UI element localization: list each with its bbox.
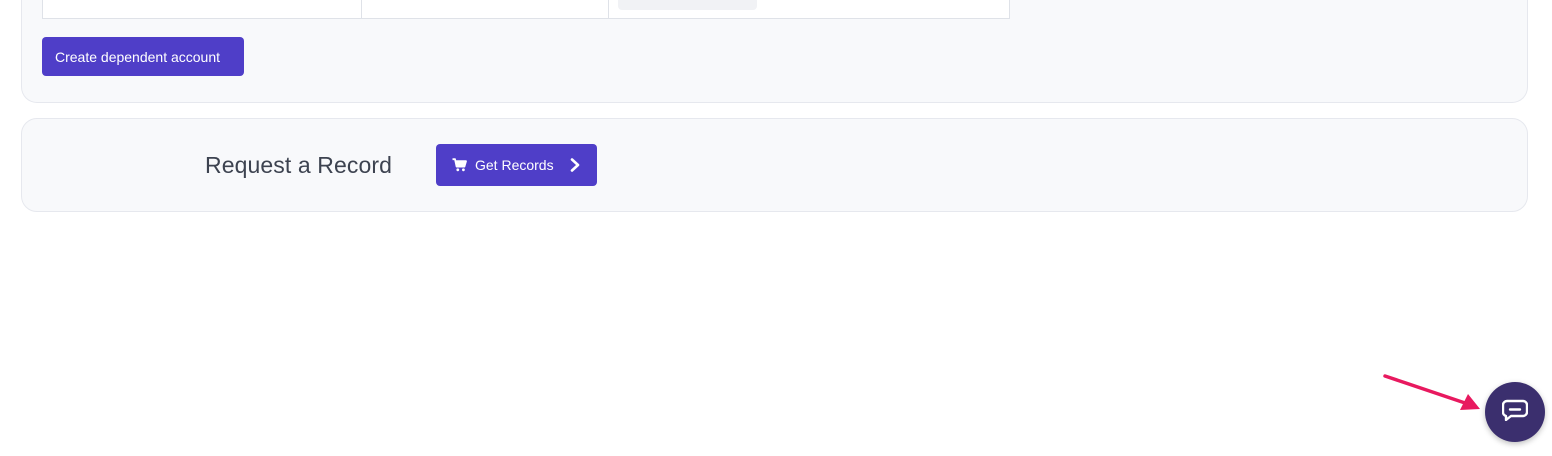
chat-launcher-button[interactable] [1485, 382, 1545, 442]
table-cell-badge [618, 0, 757, 10]
request-record-title: Request a Record [205, 152, 392, 178]
request-record-card: Request a Record Get Records [21, 118, 1528, 212]
get-records-button[interactable]: Get Records [436, 144, 597, 186]
chevron-right-icon [570, 158, 580, 172]
table-column-divider [608, 0, 609, 18]
annotation-arrow [1383, 374, 1480, 410]
table-column-divider [361, 0, 362, 18]
chat-bubble-icon [1501, 399, 1529, 426]
dependents-table [42, 0, 1010, 19]
create-dependent-account-button[interactable]: Create dependent account [42, 37, 244, 76]
get-records-label: Get Records [475, 157, 554, 173]
cart-icon [452, 158, 467, 172]
dependents-card: Create dependent account [21, 0, 1528, 103]
